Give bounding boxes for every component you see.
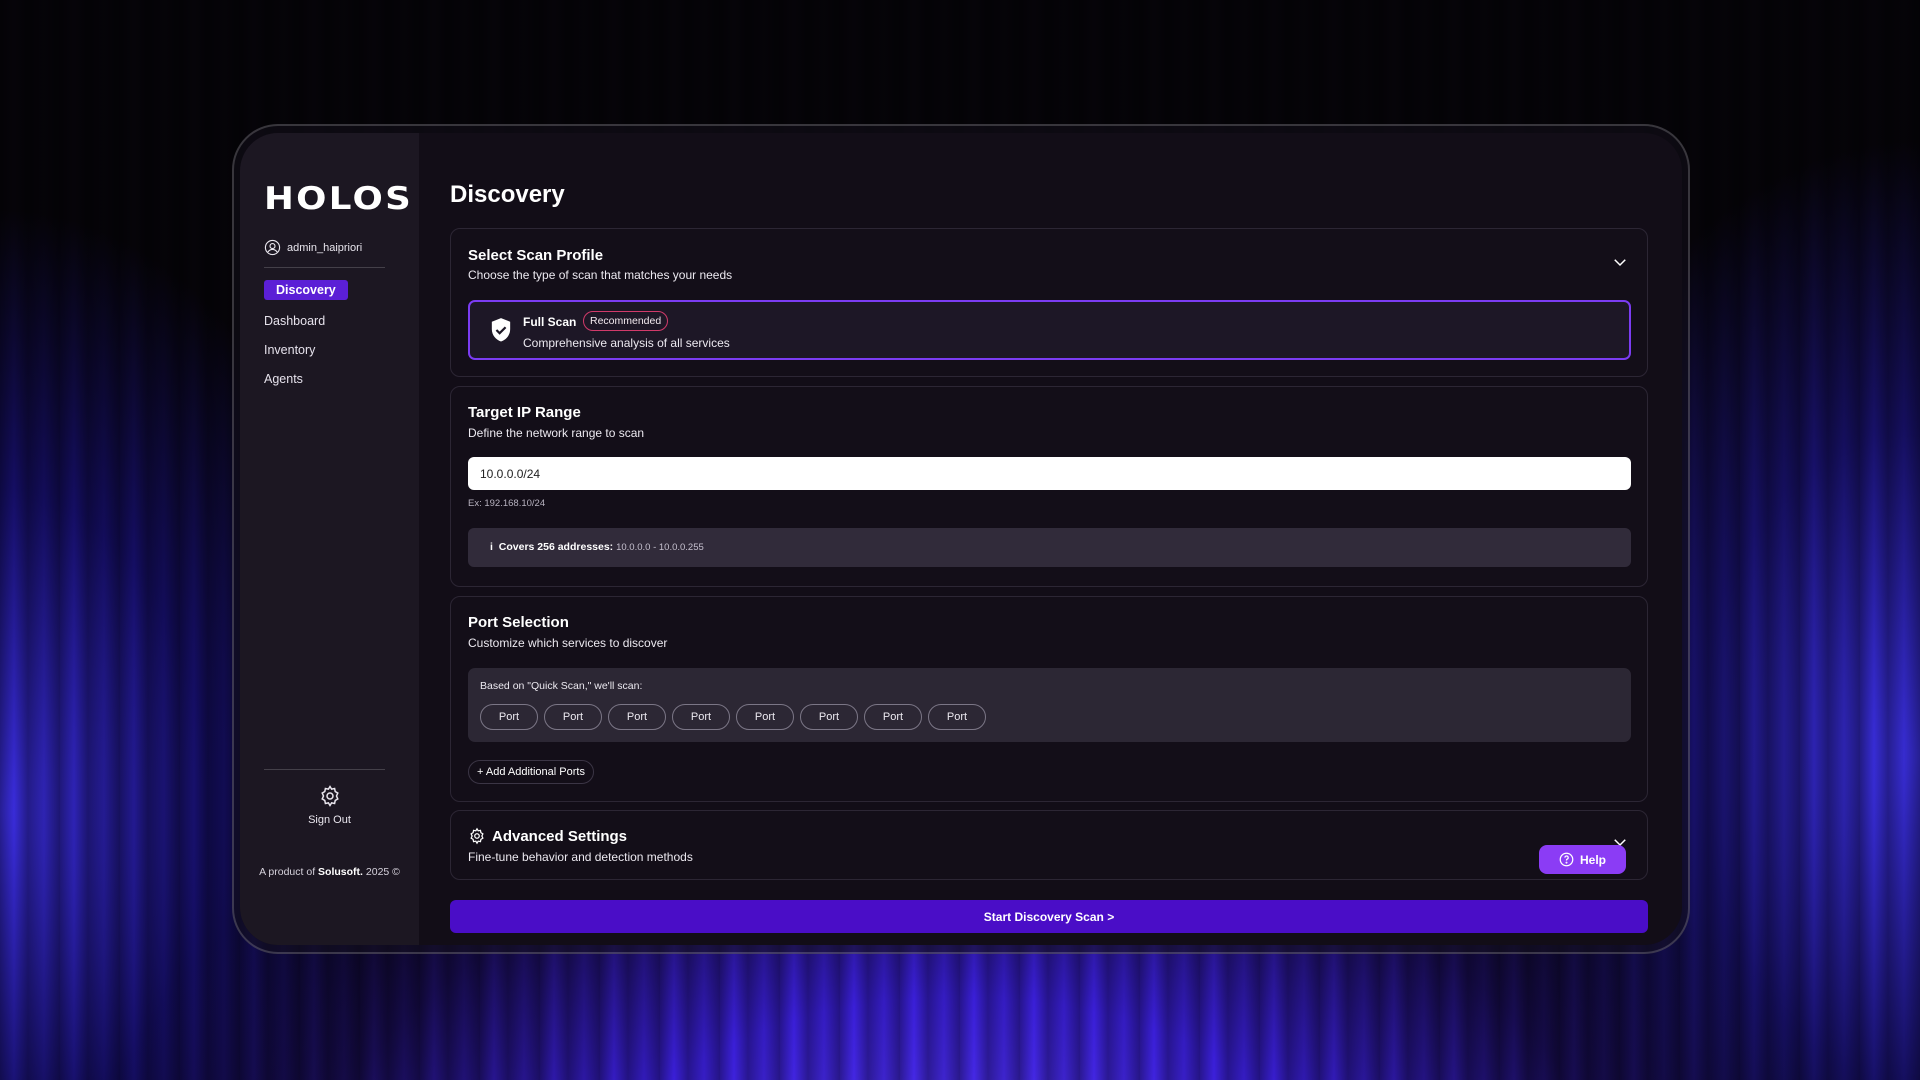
footer-year: 2025 © xyxy=(365,866,400,878)
coverage-label: Covers 256 addresses: xyxy=(498,541,614,553)
gear-icon xyxy=(470,827,484,845)
target-ip-card: Target IP Range Define the network range… xyxy=(450,386,1648,587)
port-pill[interactable]: Port xyxy=(736,704,794,730)
sidebar-item-agents[interactable]: Agents xyxy=(264,369,348,389)
scan-option-full-scan[interactable]: Full Scan Recommended Comprehensive anal… xyxy=(468,300,1631,360)
shield-icon xyxy=(491,318,511,342)
target-ip-title: Target IP Range xyxy=(468,404,581,421)
gear-icon xyxy=(320,785,339,807)
scan-profile-card: Select Scan Profile Choose the type of s… xyxy=(450,228,1648,377)
port-pill[interactable]: Port xyxy=(608,704,666,730)
sign-out-label: Sign Out xyxy=(308,814,351,826)
port-selection-subtitle: Customize which services to discover xyxy=(468,636,668,650)
ip-range-hint: Ex: 192.168.10/24 xyxy=(468,498,546,509)
logo: HOLOS xyxy=(264,181,414,217)
help-circle-icon xyxy=(1559,852,1574,867)
port-selection-card: Port Selection Customize which services … xyxy=(450,596,1648,802)
port-pill[interactable]: Port xyxy=(928,704,986,730)
sidebar-divider xyxy=(264,267,385,268)
port-pill[interactable]: Port xyxy=(800,704,858,730)
advanced-settings-header: Advanced Settings xyxy=(468,827,627,845)
scan-profile-subtitle: Choose the type of scan that matches you… xyxy=(468,268,733,282)
app-window: HOLOS admin_haipriori Discovery Dashboar… xyxy=(240,133,1682,945)
port-pill[interactable]: Port xyxy=(544,704,602,730)
scan-option-name: Full Scan xyxy=(523,315,577,329)
user-profile[interactable]: admin_haipriori xyxy=(264,239,362,256)
ports-list: Port Port Port Port Port Port Port Port xyxy=(480,704,986,730)
sign-out-button[interactable]: Sign Out xyxy=(240,784,419,826)
port-pill[interactable]: Port xyxy=(480,704,538,730)
advanced-settings-title: Advanced Settings xyxy=(492,827,628,845)
page-title: Discovery xyxy=(450,181,565,208)
port-selection-title: Port Selection xyxy=(468,614,569,631)
help-label: Help xyxy=(1579,852,1606,867)
advanced-settings-card[interactable]: Advanced Settings Fine-tune behavior and… xyxy=(450,810,1648,880)
footer-prefix: A product of xyxy=(259,866,316,878)
start-discovery-scan-button[interactable]: Start Discovery Scan > xyxy=(450,900,1648,933)
info-icon: i xyxy=(490,541,493,553)
recommended-badge: Recommended xyxy=(583,311,669,331)
ip-coverage-text: i Covers 256 addresses: 10.0.0.0 - 10.0.… xyxy=(490,541,704,553)
sidebar-divider-bottom xyxy=(264,769,385,770)
coverage-range: 10.0.0.0 - 10.0.0.255 xyxy=(616,542,704,553)
sidebar-nav: Discovery Dashboard Inventory Agents xyxy=(264,280,348,398)
sidebar-item-dashboard[interactable]: Dashboard xyxy=(264,311,348,331)
sidebar: HOLOS admin_haipriori Discovery Dashboar… xyxy=(240,133,419,945)
chevron-down-icon[interactable] xyxy=(1611,253,1629,271)
sidebar-item-inventory[interactable]: Inventory xyxy=(264,340,348,360)
target-ip-subtitle: Define the network range to scan xyxy=(468,426,645,440)
scan-option-description: Comprehensive analysis of all services xyxy=(523,336,730,350)
sidebar-footer: A product of Solusoft. 2025 © xyxy=(240,866,419,878)
advanced-settings-subtitle: Fine-tune behavior and detection methods xyxy=(468,850,693,864)
ip-coverage-info: i Covers 256 addresses: 10.0.0.0 - 10.0.… xyxy=(468,528,1631,567)
ports-based-on-text: Based on "Quick Scan," we'll scan: xyxy=(480,680,643,692)
sidebar-item-discovery[interactable]: Discovery xyxy=(264,280,348,300)
footer-brand: Solusoft. xyxy=(318,866,363,878)
scan-profile-title: Select Scan Profile xyxy=(468,247,604,264)
ip-range-input[interactable] xyxy=(468,457,1631,490)
ports-box: Based on "Quick Scan," we'll scan: Port … xyxy=(468,668,1631,742)
username: admin_haipriori xyxy=(287,241,363,254)
port-pill[interactable]: Port xyxy=(672,704,730,730)
user-icon xyxy=(264,239,281,256)
help-button[interactable]: Help xyxy=(1539,845,1626,874)
add-additional-ports-button[interactable]: + Add Additional Ports xyxy=(468,760,594,784)
port-pill[interactable]: Port xyxy=(864,704,922,730)
main-content: Discovery Select Scan Profile Choose the… xyxy=(419,133,1682,945)
